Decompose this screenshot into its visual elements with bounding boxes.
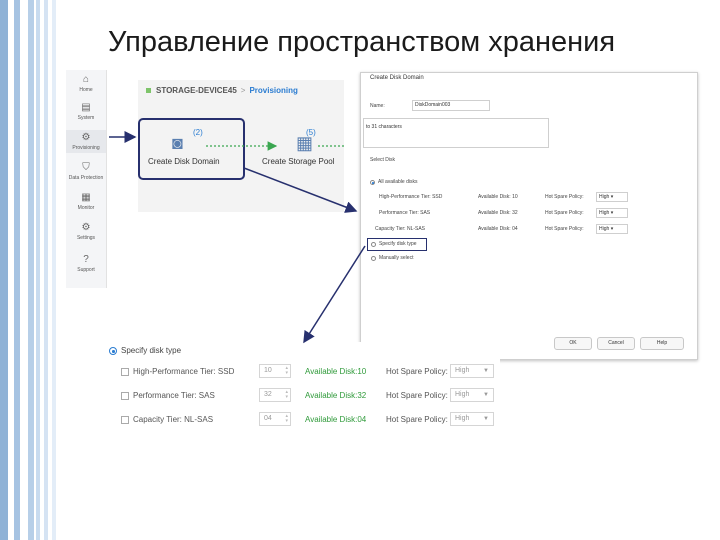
arrow-to-dialog	[243, 167, 358, 213]
annotation-arrows	[109, 131, 366, 344]
arrow-to-zoom	[303, 245, 366, 344]
